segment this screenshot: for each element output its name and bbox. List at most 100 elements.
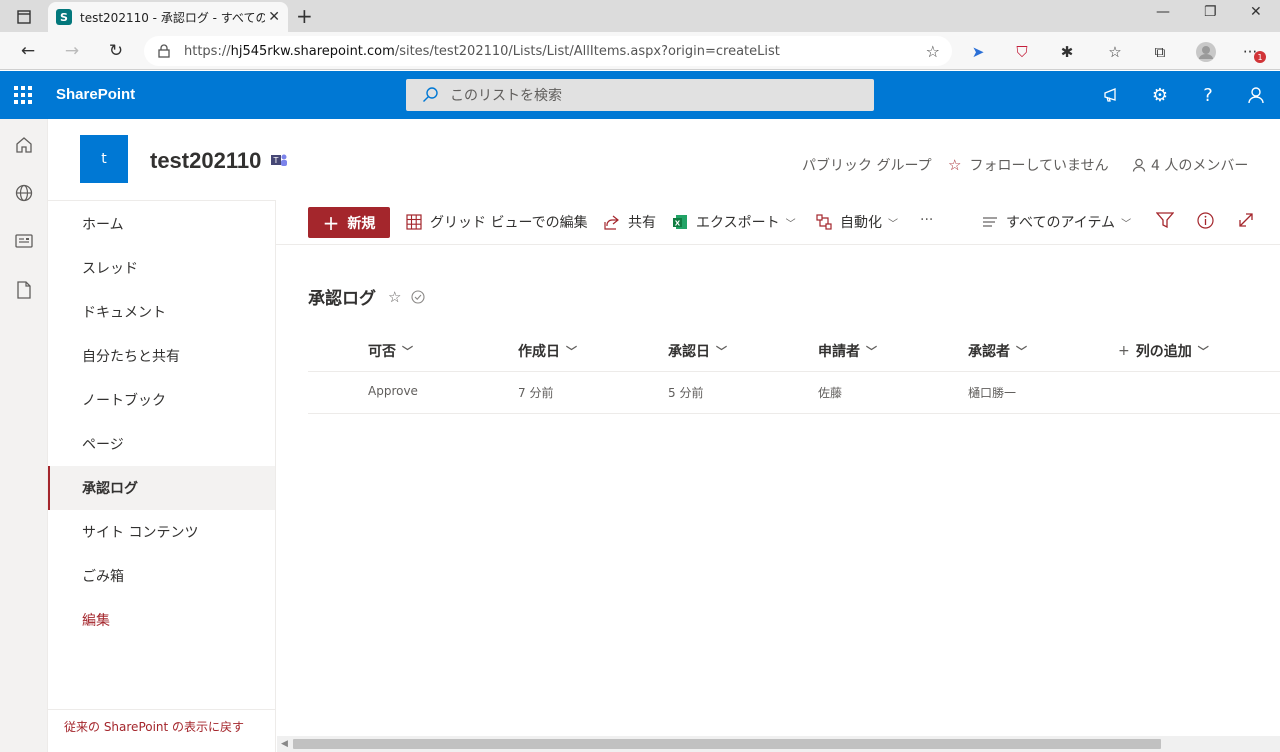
browser-toolbar: ← → ↻ https://hj545rkw.sharepoint.com/si… [0,32,1280,70]
star-icon: ☆ [948,156,962,174]
sharepoint-brand[interactable]: SharePoint [56,86,135,103]
chevron-down-icon: ﹀ [785,218,796,230]
url-text: https://hj545rkw.sharepoint.com/sites/te… [184,43,780,59]
column-header-approver[interactable]: 承認者 ﹀ [968,341,1027,361]
site-logo[interactable]: t [80,135,128,183]
close-window-icon[interactable]: ✕ [1250,4,1262,20]
sharepoint-favicon-icon: S [56,9,72,25]
lock-icon[interactable] [158,44,170,58]
members-button[interactable]: 4 人のメンバー [1132,155,1248,175]
nav-item-approval-log[interactable]: 承認ログ [48,466,275,510]
scrollbar-thumb[interactable] [293,739,1161,749]
tab-title: test202110 - 承認ログ - すべてのアイテム [80,10,265,25]
browser-tab[interactable]: S test202110 - 承認ログ - すべてのアイテム ✕ [48,2,288,32]
scroll-left-icon[interactable]: ◀ [281,739,288,749]
svg-text:T: T [273,156,279,165]
grid-edit-button[interactable]: グリッド ビューでの編集 [406,212,588,232]
favorite-star-icon[interactable]: ☆ [388,288,401,306]
gear-icon[interactable]: ⚙ [1148,83,1172,107]
chevron-down-icon: ﹀ [716,345,727,358]
profile-avatar[interactable] [1196,42,1216,62]
forward-icon[interactable]: → [61,40,83,62]
document-icon[interactable] [13,279,35,301]
more-commands-button[interactable]: ··· [920,212,933,228]
list-title: 承認ログ [308,289,376,309]
fullscreen-icon[interactable] [1238,212,1254,228]
nav-item-shared-with-us[interactable]: 自分たちと共有 [48,334,275,378]
chevron-down-icon: ﹀ [566,345,577,358]
horizontal-scrollbar[interactable]: ◀ [277,736,1280,752]
new-button[interactable]: + 新規 [308,207,390,238]
automate-icon [816,214,832,230]
column-header-applicant[interactable]: 申請者 ﹀ [818,341,877,361]
nav-item-recycle-bin[interactable]: ごみ箱 [48,554,275,598]
address-bar[interactable]: https://hj545rkw.sharepoint.com/sites/te… [144,36,952,66]
nav-item-documents[interactable]: ドキュメント [48,290,275,334]
filter-icon[interactable] [1156,212,1174,228]
export-button[interactable]: X エクスポート ﹀ [672,212,796,232]
notification-badge: 1 [1254,51,1266,63]
automate-button[interactable]: 自動化 ﹀ [816,212,898,232]
chevron-down-icon: ﹀ [866,345,877,358]
cell-approved-date: 5 分前 [668,386,704,400]
info-icon[interactable] [1197,212,1214,229]
nav-item-notebook[interactable]: ノートブック [48,378,275,422]
chevron-down-icon: ﹀ [1016,345,1027,358]
nav-item-pages[interactable]: ページ [48,422,275,466]
header-divider [308,371,1280,372]
app-launcher-icon[interactable] [14,86,32,104]
add-column-button[interactable]: + 列の追加 ﹀ [1118,341,1209,361]
nav-item-threads[interactable]: スレッド [48,246,275,290]
cell-approval: Approve [368,384,418,398]
collections-icon[interactable]: ⧉ [1150,42,1170,62]
megaphone-icon[interactable] [1100,83,1124,107]
nav-edit-link[interactable]: 編集 [48,598,275,642]
site-title[interactable]: test202110 [150,148,261,174]
new-tab-icon[interactable]: + [296,4,313,28]
home-icon[interactable] [13,134,35,156]
view-selector[interactable]: すべてのアイテム ﹀ [982,212,1131,232]
share-button[interactable]: 共有 [604,212,656,232]
teams-icon[interactable]: T [270,152,288,168]
left-navigation: ホーム スレッド ドキュメント 自分たちと共有 ノートブック ページ 承認ログ … [48,200,276,752]
extension-shield-icon[interactable]: ⛉ [1012,42,1032,62]
globe-icon[interactable] [13,182,35,204]
column-label: 承認者 [968,344,1010,360]
minimize-icon[interactable]: — [1156,4,1170,20]
follow-button[interactable]: ☆ フォローしていません [948,155,1109,175]
column-header-approved-date[interactable]: 承認日 ﹀ [668,341,727,361]
grid-icon [406,214,422,230]
export-label: エクスポート [696,215,780,231]
tab-actions-icon[interactable] [14,7,34,27]
check-circle-icon[interactable] [411,289,426,304]
back-icon[interactable]: ← [17,40,39,62]
view-label: すべてのアイテム [1006,215,1116,231]
add-column-label: 列の追加 [1135,344,1192,360]
add-favorite-icon[interactable]: ☆ [926,42,940,61]
suite-bar: SharePoint このリストを検索 ⚙ ? [0,71,1280,119]
view-list-icon [982,216,998,228]
cell-created: 7 分前 [518,386,554,400]
plus-icon: + [322,210,340,235]
nav-item-site-contents[interactable]: サイト コンテンツ [48,510,275,554]
share-icon [604,214,620,230]
nav-item-home[interactable]: ホーム [48,202,275,246]
account-icon[interactable] [1244,83,1268,107]
restore-icon[interactable]: ❐ [1204,4,1217,20]
news-icon[interactable] [13,230,35,252]
list-header: 承認ログ ☆ [308,284,426,309]
automate-label: 自動化 [840,215,882,231]
column-header-created[interactable]: 作成日 ﹀ [518,341,577,361]
extension-arrow-icon[interactable]: ➤ [968,42,988,62]
refresh-icon[interactable]: ↻ [105,40,127,62]
search-input[interactable]: このリストを検索 [406,79,874,111]
help-icon[interactable]: ? [1196,83,1220,107]
tab-close-icon[interactable]: ✕ [268,9,280,25]
members-label: 4 人のメンバー [1151,158,1249,174]
favorites-icon[interactable]: ☆ [1105,42,1125,62]
column-header-approval[interactable]: 可否 ﹀ [368,341,413,361]
command-bar: + 新規 グリッド ビューでの編集 共有 X エクスポート ﹀ 自動化 ﹀ ··… [276,200,1280,245]
extensions-icon[interactable]: ✱ [1057,42,1077,62]
classic-view-link[interactable]: 従来の SharePoint の表示に戻す [48,709,275,735]
search-placeholder: このリストを検索 [450,88,562,104]
